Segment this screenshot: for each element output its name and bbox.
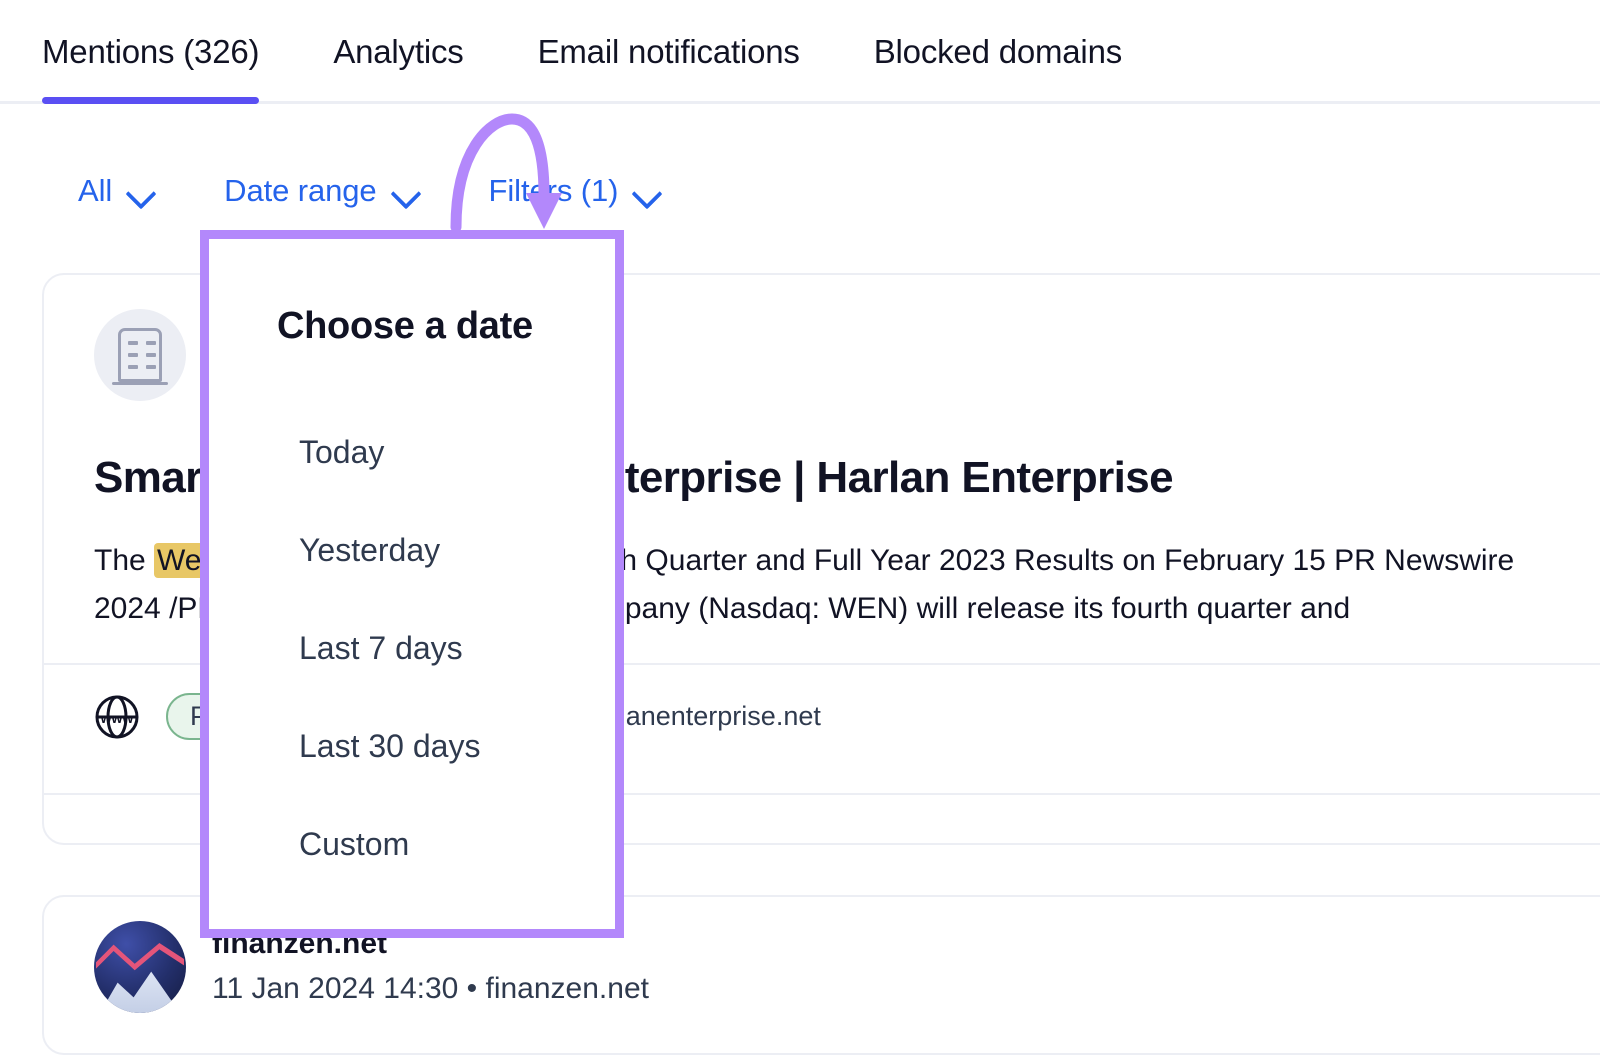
- dropdown-option-today[interactable]: Today: [209, 403, 615, 501]
- tab-blocked-domains[interactable]: Blocked domains: [874, 0, 1122, 104]
- filter-date-range-dropdown[interactable]: Date range: [224, 173, 420, 209]
- dropdown-title: Choose a date: [277, 305, 533, 348]
- dropdown-option-label: Today: [299, 434, 384, 471]
- tab-mentions[interactable]: Mentions (326): [42, 0, 259, 104]
- date-range-dropdown-panel: Choose a date Today Yesterday Last 7 day…: [200, 230, 624, 938]
- filter-all-dropdown[interactable]: All: [78, 173, 156, 209]
- dropdown-option-label: Last 7 days: [299, 630, 463, 667]
- svg-text:www: www: [100, 710, 134, 726]
- dropdown-option-yesterday[interactable]: Yesterday: [209, 501, 615, 599]
- dropdown-option-label: Last 30 days: [299, 728, 480, 765]
- filter-all-label: All: [78, 173, 112, 209]
- tab-analytics-label: Analytics: [333, 33, 463, 71]
- dropdown-option-last-7-days[interactable]: Last 7 days: [209, 599, 615, 697]
- tab-email-notifications[interactable]: Email notifications: [538, 0, 800, 104]
- tab-analytics[interactable]: Analytics: [333, 0, 463, 104]
- tab-blocked-domains-label: Blocked domains: [874, 33, 1122, 71]
- filter-filters-label: Filters (1): [489, 173, 619, 209]
- tab-bar: Mentions (326) Analytics Email notificat…: [0, 0, 1600, 104]
- chevron-down-icon: [632, 176, 662, 206]
- dropdown-option-label: Custom: [299, 826, 409, 863]
- chevron-down-icon: [126, 176, 156, 206]
- building-icon-windows: [128, 340, 152, 370]
- chevron-down-icon: [391, 176, 421, 206]
- filter-bar: All Date range Filters (1): [0, 160, 1600, 222]
- mentions-page: Mentions (326) Analytics Email notificat…: [0, 0, 1600, 1055]
- tab-email-notifications-label: Email notifications: [538, 33, 800, 71]
- mention-meta: 11 Jan 2024 14:30 • finanzen.net: [212, 966, 649, 1012]
- dropdown-option-label: Yesterday: [299, 532, 440, 569]
- globe-www-icon: www: [94, 694, 140, 740]
- filter-filters-dropdown[interactable]: Filters (1): [489, 173, 663, 209]
- dropdown-option-custom[interactable]: Custom: [209, 795, 615, 893]
- finanzen-avatar: [94, 921, 186, 1013]
- building-icon-glyph: [118, 328, 162, 382]
- tab-mentions-label: Mentions (326): [42, 33, 259, 71]
- dropdown-option-last-30-days[interactable]: Last 30 days: [209, 697, 615, 795]
- filter-date-range-label: Date range: [224, 173, 376, 209]
- building-icon: [94, 309, 186, 401]
- dropdown-options-list: Today Yesterday Last 7 days Last 30 days…: [209, 403, 615, 893]
